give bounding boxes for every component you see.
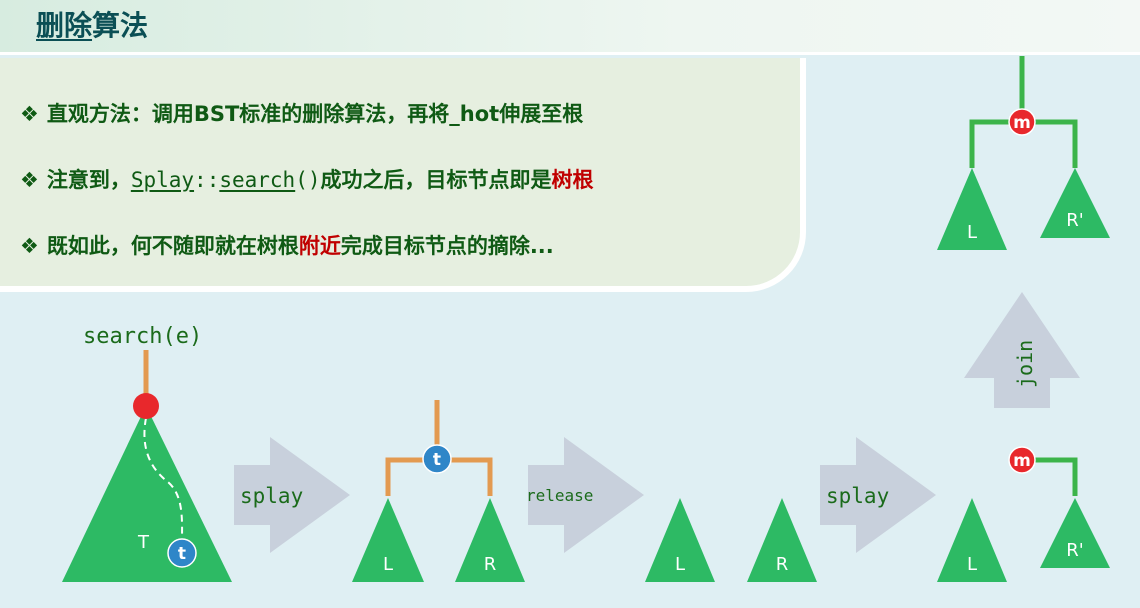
release-arrow-label: release bbox=[526, 486, 593, 505]
stage2-subtree-l-label: L bbox=[383, 554, 393, 575]
search-call-label: search(e) bbox=[83, 324, 202, 349]
stage2-subtree-r-label: R bbox=[484, 554, 497, 575]
splay-arrow-2-label: splay bbox=[826, 484, 889, 508]
target-node-t-label: t bbox=[178, 544, 186, 564]
tree-t-triangle bbox=[62, 406, 232, 582]
stage4-subtree-l-label: L bbox=[967, 554, 977, 575]
tree-t-label: T bbox=[137, 532, 150, 553]
stage5-subtree-l-label: L bbox=[967, 222, 977, 243]
stage3-subtree-l-label: L bbox=[675, 554, 685, 575]
stage5-node-m-label: m bbox=[1013, 113, 1031, 133]
stage4-subtree-r-prime-label: R' bbox=[1066, 540, 1083, 561]
splay-arrow-1-label: splay bbox=[240, 484, 303, 508]
stage3-subtree-r-label: R bbox=[776, 554, 789, 575]
stage5-subtree-r-prime-label: R' bbox=[1066, 210, 1083, 231]
root-node bbox=[133, 393, 159, 419]
join-arrow-label: join bbox=[1013, 340, 1037, 388]
stage4-node-m-label: m bbox=[1013, 451, 1031, 471]
splay-delete-diagram: search(e) T t splay t L R release L R sp… bbox=[62, 56, 1110, 582]
stage2-node-t-label: t bbox=[433, 450, 441, 470]
